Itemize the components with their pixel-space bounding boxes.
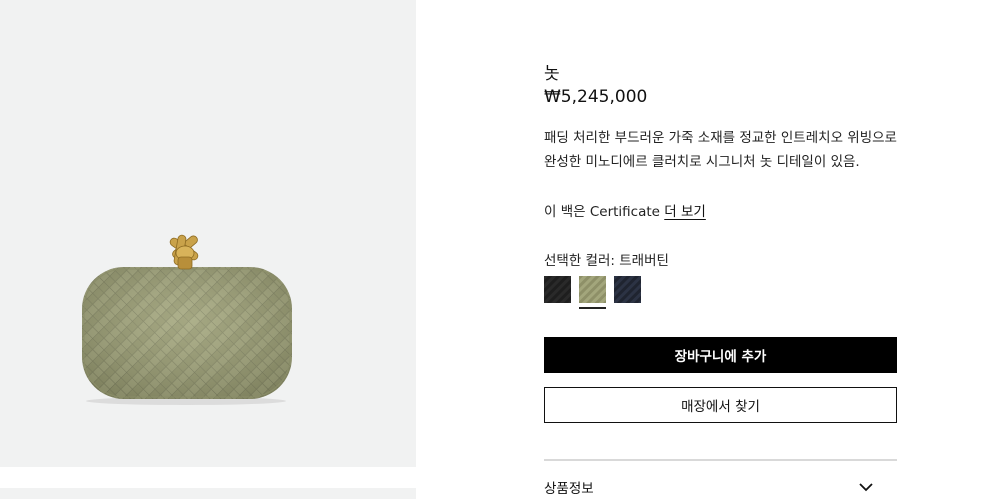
product-image-bag[interactable]: [70, 225, 300, 405]
product-price: ₩5,245,000: [544, 87, 648, 107]
swatch-travertine[interactable]: [579, 276, 606, 309]
swatch-texture: [544, 276, 571, 303]
product-image-panel-2: [0, 488, 416, 499]
see-more-link[interactable]: 더 보기: [664, 204, 706, 220]
color-swatches: [544, 276, 641, 309]
chevron-down-icon[interactable]: [857, 478, 875, 496]
add-to-cart-button[interactable]: 장바구니에 추가: [544, 337, 897, 373]
product-title: 놋: [544, 64, 560, 84]
selected-color-label: 선택한 컬러: 트래버틴: [544, 253, 669, 269]
product-info-accordion[interactable]: 상품정보: [544, 476, 897, 498]
swatch-black[interactable]: [544, 276, 571, 303]
swatch-texture: [579, 276, 606, 303]
swatch-texture: [614, 276, 641, 303]
certificate-text: 이 백은 Certificate: [544, 204, 660, 220]
knot-clasp: [169, 234, 199, 270]
swatch-navy[interactable]: [614, 276, 641, 303]
find-in-store-button[interactable]: 매장에서 찾기: [544, 387, 897, 423]
product-description: 패딩 처리한 부드러운 가죽 소재를 정교한 인트레치오 위빙으로 완성한 미노…: [544, 130, 897, 170]
product-image-panel: [0, 0, 416, 467]
section-divider: [544, 459, 897, 461]
accordion-label: 상품정보: [544, 481, 594, 497]
certificate-line: 이 백은 Certificate 더 보기: [544, 200, 706, 224]
